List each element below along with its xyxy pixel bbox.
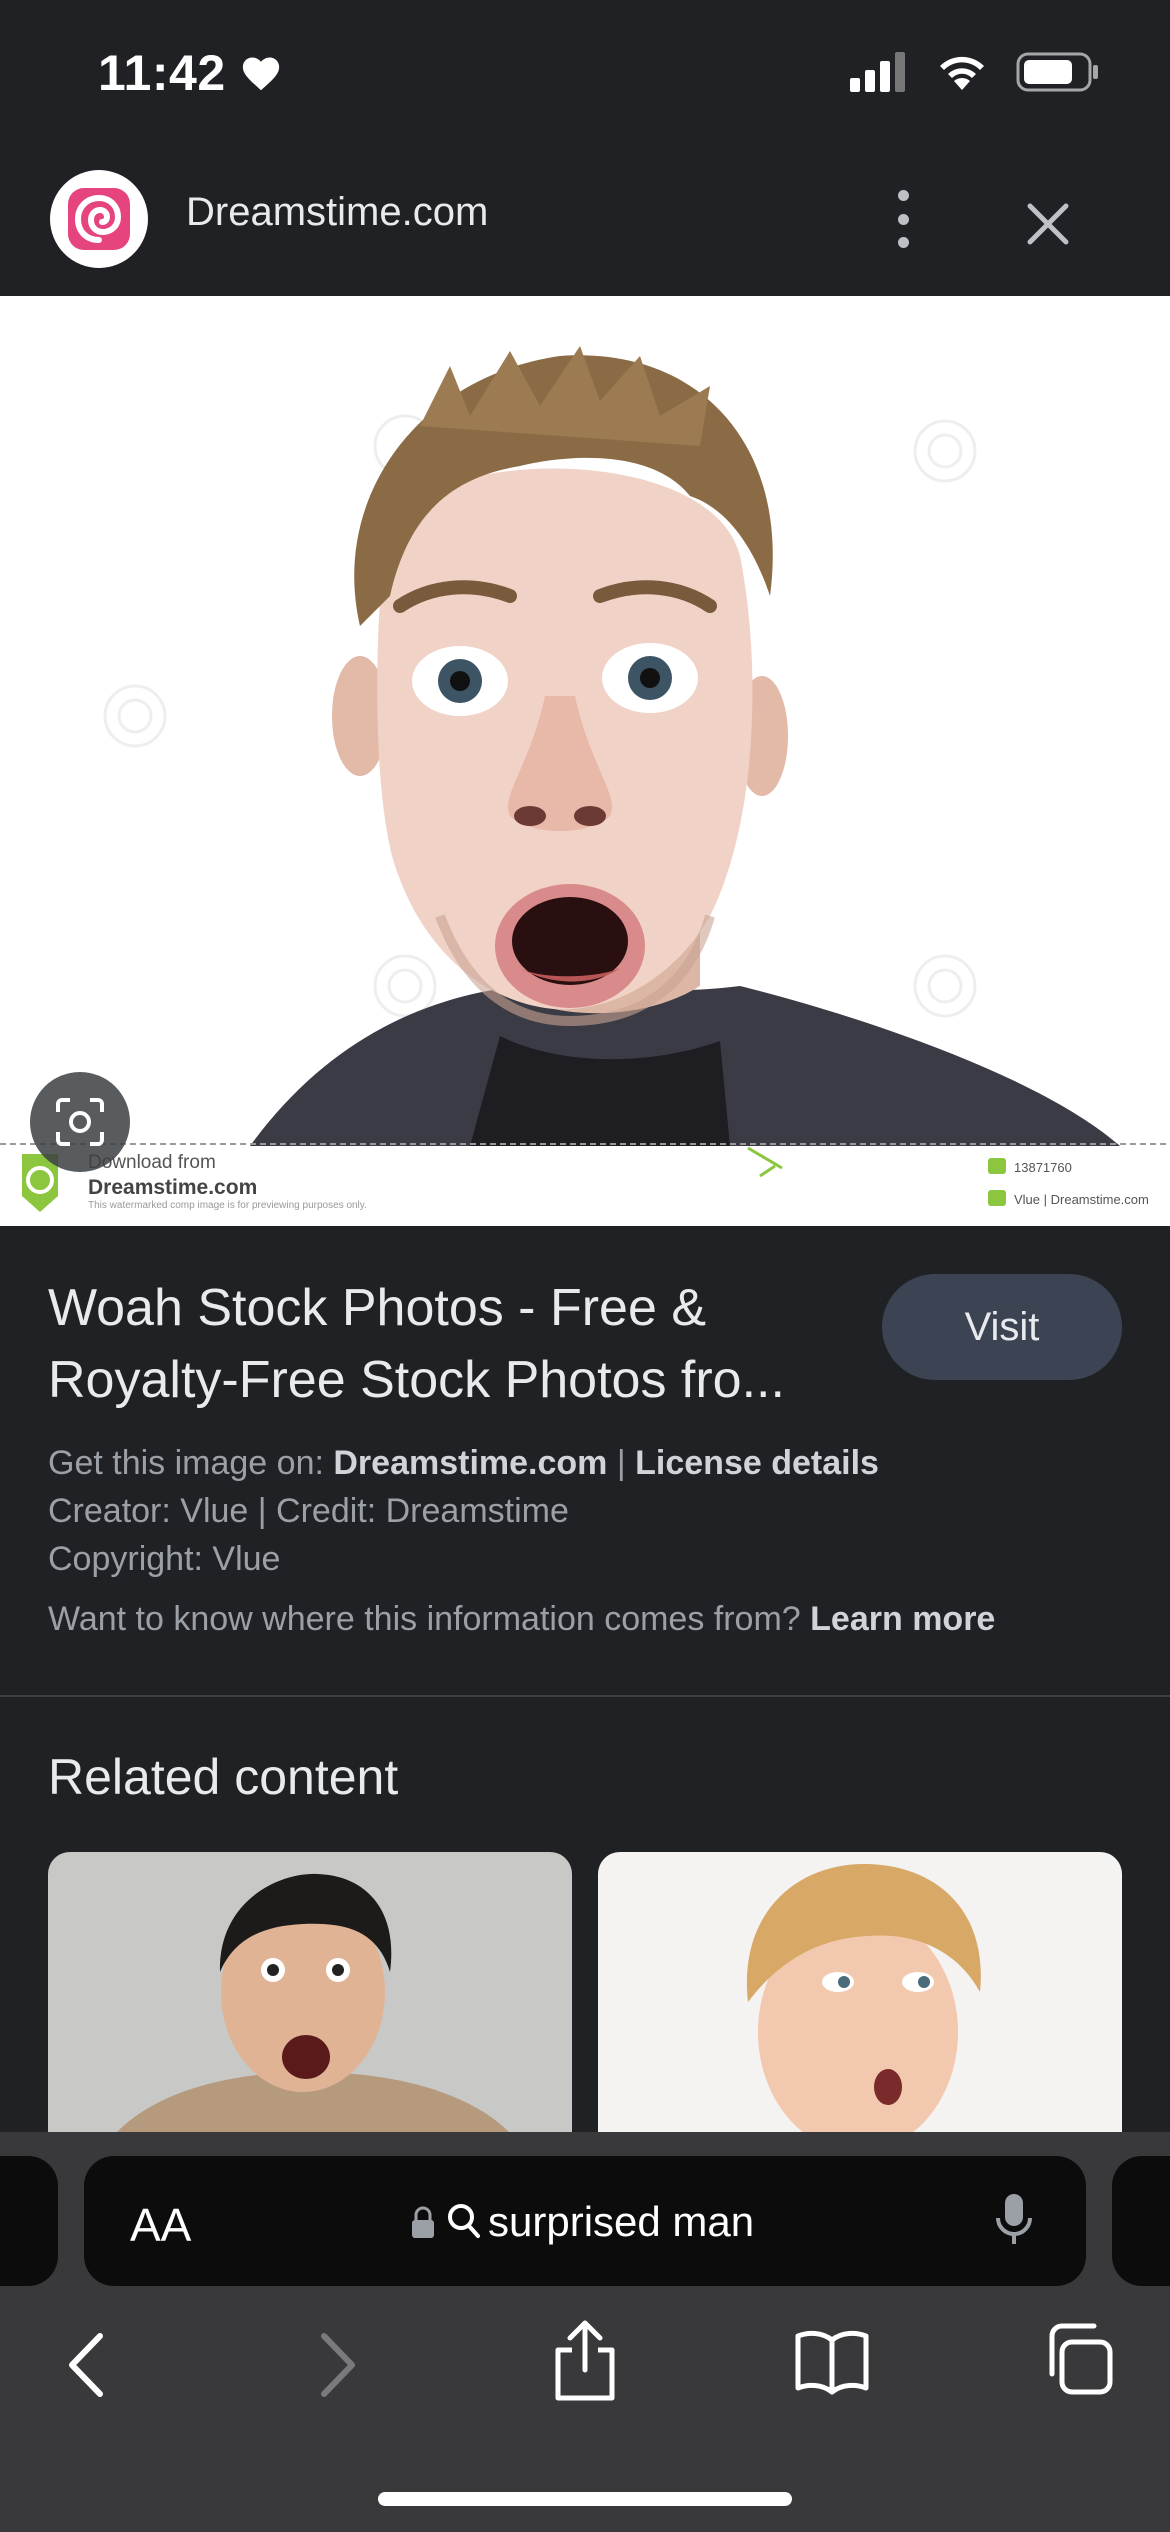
clock-text: 11:42 [98,45,226,101]
watermark-credit-text: Vlue | Dreamstime.com [1014,1192,1149,1207]
source-line: Get this image on: Dreamstime.com | Lice… [48,1444,879,1483]
related-thumbnail[interactable] [598,1852,1122,2142]
wifi-icon [940,56,984,90]
more-options-button[interactable] [880,190,926,248]
learn-more-link[interactable]: Learn more [810,1600,995,1638]
related-photo-asian-man [48,1852,572,2142]
close-icon[interactable] [1020,196,1076,252]
surprised-man-photo [0,296,1170,1226]
dot [897,213,909,225]
source-link[interactable]: Dreamstime.com [333,1444,607,1482]
back-icon[interactable] [62,2330,112,2400]
lens-icon [56,1098,104,1146]
dot [897,190,909,201]
google-lens-button[interactable] [30,1072,130,1172]
next-tab-preview[interactable] [1112,2156,1170,2286]
tabs-icon[interactable] [1044,2322,1114,2396]
related-thumbnail[interactable] [48,1852,572,2142]
share-icon[interactable] [548,2318,622,2402]
site-name[interactable]: Dreamstime.com [186,190,488,235]
related-photo-boy [598,1852,1122,2142]
battery-icon [1016,52,1098,92]
status-time: 11:42 [98,44,282,102]
result-title[interactable]: Woah Stock Photos - Free & Royalty-Free … [48,1272,868,1416]
bookmarks-icon[interactable] [794,2326,870,2396]
previous-tab-preview[interactable] [0,2156,58,2286]
divider [0,1695,1170,1697]
address-bar-query[interactable]: surprised man [488,2198,754,2246]
dot [897,237,909,248]
watermark-id-text: 13871760 [1014,1160,1072,1175]
license-details-link[interactable]: License details [635,1444,879,1482]
forward-icon[interactable] [312,2330,362,2400]
status-icons [850,52,1100,92]
heart-icon [242,57,279,91]
site-logo [50,170,148,268]
preview-image[interactable]: Download from Dreamstime.com This waterm… [0,296,1170,1226]
home-indicator[interactable] [378,2492,792,2506]
watermark-site-text: Dreamstime.com [88,1176,258,1199]
get-image-prefix: Get this image on: [48,1444,324,1482]
visit-button[interactable]: Visit [882,1274,1122,1380]
separator: | [616,1444,626,1482]
watermark-note-text: This watermarked comp image is for previ… [88,1200,367,1211]
related-content-title: Related content [48,1749,399,1805]
search-icon [448,2204,480,2238]
microphone-icon[interactable] [994,2190,1034,2250]
creator-line: Creator: Vlue | Credit: Dreamstime [48,1492,569,1530]
copyright-line: Copyright: Vlue [48,1540,281,1578]
lock-icon [412,2206,434,2238]
cellular-signal-icon [850,52,905,92]
info-question: Want to know where this information come… [48,1600,801,1638]
text-size-button[interactable]: AA [130,2198,191,2252]
dreamstime-logo-icon [68,188,130,250]
info-source-line: Want to know where this information come… [48,1600,995,1639]
